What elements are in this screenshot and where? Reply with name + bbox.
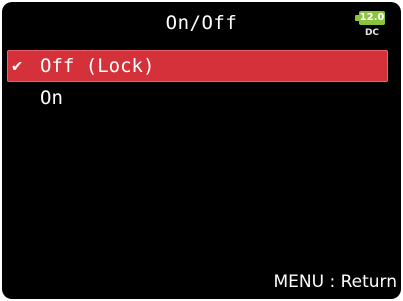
checkmark-icon: ✔ — [12, 56, 23, 76]
device-screen: On/Off 12.0 DC ✔ Off (Lock) On MENU : Re… — [2, 2, 401, 299]
option-label: Off (Lock) — [40, 55, 155, 77]
battery-indicator: 12.0 DC — [355, 11, 387, 43]
power-source-label: DC — [364, 28, 380, 38]
option-label: On — [40, 87, 63, 109]
option-on[interactable]: On — [7, 82, 388, 114]
menu-return-hint: MENU : Return — [273, 272, 397, 292]
screen-title: On/Off — [165, 12, 238, 34]
battery-icon: 12.0 — [359, 11, 385, 25]
option-off-lock[interactable]: ✔ Off (Lock) — [7, 50, 388, 82]
option-list: ✔ Off (Lock) On — [2, 50, 401, 114]
